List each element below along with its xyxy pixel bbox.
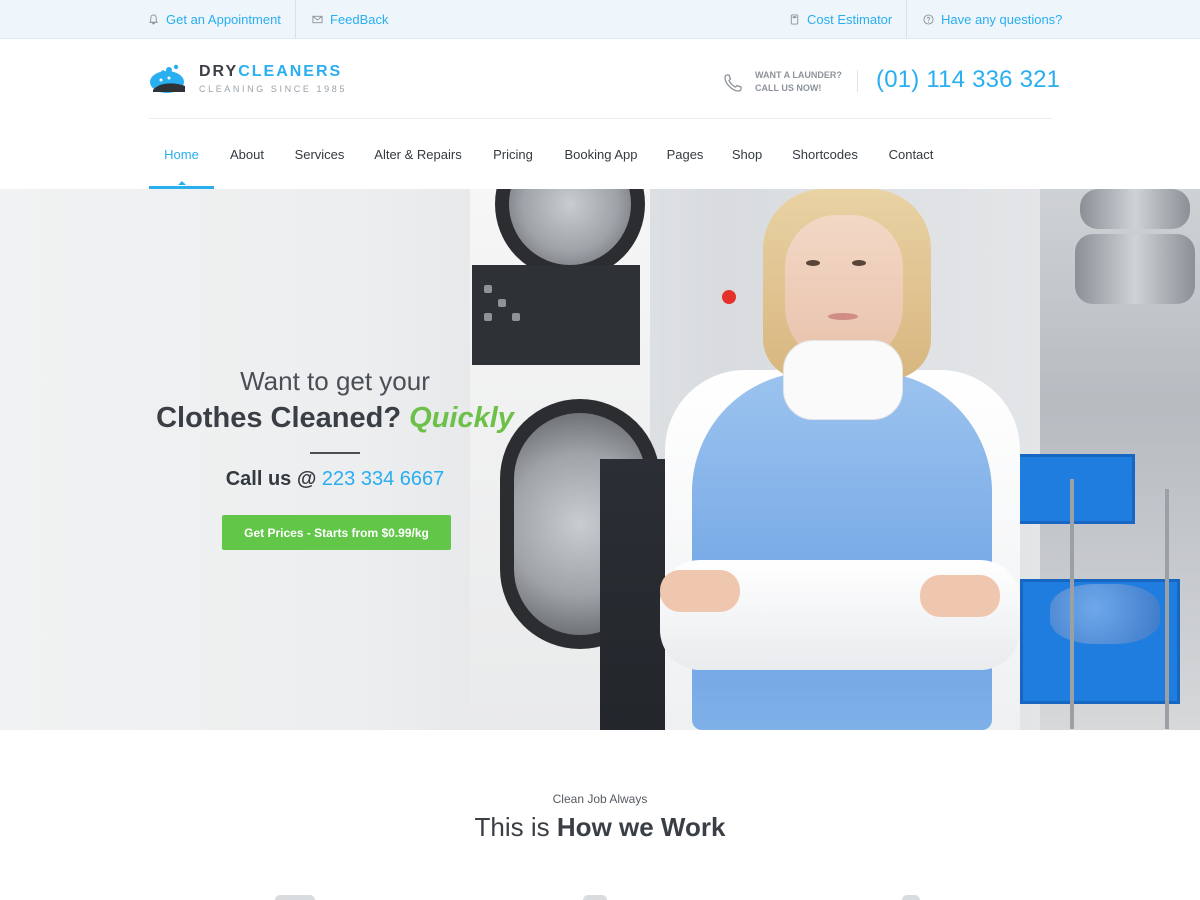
nav-about[interactable]: About: [214, 119, 280, 189]
topbar-divider: [906, 0, 907, 39]
nav-pricing[interactable]: Pricing: [477, 119, 549, 189]
nav-contact[interactable]: Contact: [873, 119, 949, 189]
hero-call-line: Call us @ 223 334 6667: [150, 468, 520, 491]
questions-label: Have any questions?: [941, 12, 1063, 27]
question-circle-icon: [923, 14, 934, 25]
nav-shortcodes[interactable]: Shortcodes: [777, 119, 873, 189]
get-prices-button[interactable]: Get Prices - Starts from $0.99/kg: [222, 515, 451, 550]
logo-tagline: CLEANING SINCE 1985: [199, 84, 347, 94]
person-hand: [920, 575, 1000, 617]
topbar-divider: [295, 0, 296, 39]
envelope-icon: [312, 15, 323, 24]
call-line-2: CALL US NOW!: [755, 83, 822, 93]
laundry-clothes: [1050, 584, 1160, 644]
logo-word-cleaners: CLEANERS: [238, 63, 343, 80]
logo-word-dry: DRY: [199, 63, 239, 80]
person-lips: [828, 313, 858, 320]
person-eye: [806, 260, 820, 266]
cost-estimator-label: Cost Estimator: [807, 12, 893, 27]
phone-icon: [724, 74, 742, 92]
top-bar: Get an Appointment FeedBack Cost Estimat…: [0, 0, 1200, 39]
site-logo[interactable]: DRYCLEANERS CLEANING SINCE 1985: [149, 60, 349, 100]
person-collar: [783, 340, 903, 420]
hero-call-number[interactable]: 223 334 6667: [322, 468, 444, 490]
cart-frame: [1070, 479, 1074, 729]
step-icon-top: [275, 895, 315, 900]
panel-button: [484, 285, 492, 293]
logo-wordmark: DRYCLEANERS: [199, 63, 342, 81]
hero-heading-line1: Want to get your: [240, 366, 430, 396]
panel-button: [498, 299, 506, 307]
active-caret: [178, 181, 186, 185]
machine-red-button: [722, 290, 736, 304]
nav-pages[interactable]: Pages: [653, 119, 717, 189]
person-eye: [852, 260, 866, 266]
nav-home[interactable]: Home: [149, 119, 214, 189]
cart-frame: [1165, 489, 1169, 729]
hero-heading-main: Clothes Cleaned?: [156, 402, 402, 434]
step-icon-top: [583, 895, 607, 900]
header-phone-number[interactable]: (01) 114 336 321: [876, 66, 1060, 94]
cost-estimator-link[interactable]: Cost Estimator: [789, 0, 892, 39]
main-nav: Home About Services Alter & Repairs Pric…: [149, 119, 1052, 189]
nav-booking-app[interactable]: Booking App: [549, 119, 653, 189]
machine-control-panel: [472, 265, 640, 365]
hero-heading-line2: Clothes Cleaned? Quickly: [150, 402, 520, 435]
hero-call-prefix: Call us @: [225, 468, 317, 490]
section-title-bold: How we Work: [556, 812, 726, 842]
step-icon-top: [902, 895, 920, 900]
feedback-label: FeedBack: [330, 12, 389, 27]
person-hand: [660, 570, 740, 612]
appointment-label: Get an Appointment: [166, 12, 281, 27]
section-subtitle: Clean Job Always: [552, 792, 648, 806]
appointment-link[interactable]: Get an Appointment: [148, 0, 281, 39]
feedback-link[interactable]: FeedBack: [312, 0, 389, 39]
hero-divider: [310, 452, 360, 454]
call-divider: [857, 70, 858, 92]
call-us-text: WANT A LAUNDER? CALL US NOW!: [755, 69, 855, 95]
nav-services[interactable]: Services: [280, 119, 359, 189]
person-apron: [692, 372, 992, 730]
questions-link[interactable]: Have any questions?: [923, 0, 1062, 39]
section-title: This is How we Work: [0, 812, 1200, 843]
call-line-1: WANT A LAUNDER?: [755, 70, 842, 80]
panel-button: [484, 313, 492, 321]
hero-text-block: Want to get your Clothes Cleaned? Quickl…: [150, 366, 520, 490]
iron-logo-icon: [150, 64, 185, 93]
machine-drum: [1080, 189, 1190, 229]
calculator-icon: [790, 14, 799, 25]
machine-drum: [1075, 234, 1195, 304]
hero-heading-accent: Quickly: [409, 402, 514, 434]
panel-button: [512, 313, 520, 321]
section-title-light: This is: [474, 812, 550, 842]
nav-shop[interactable]: Shop: [717, 119, 777, 189]
nav-alter-repairs[interactable]: Alter & Repairs: [359, 119, 477, 189]
bell-icon: [148, 14, 159, 25]
